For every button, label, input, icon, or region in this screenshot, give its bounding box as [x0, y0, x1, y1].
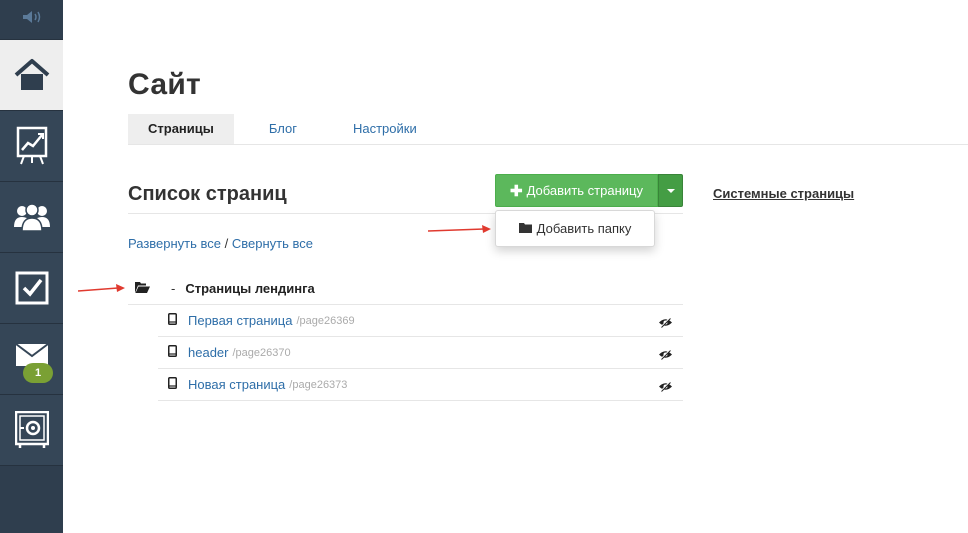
sidebar: 1	[0, 0, 63, 533]
sidebar-item-mail[interactable]: 1	[0, 324, 63, 395]
plus-icon: ✚	[510, 182, 523, 200]
page-slug: /page26369	[296, 314, 355, 327]
eye-slash-icon[interactable]	[658, 315, 673, 333]
home-icon	[14, 58, 50, 92]
add-folder-label: Добавить папку	[536, 221, 632, 236]
tab-bar: Страницы Блог Настройки	[128, 114, 968, 145]
separator: /	[221, 236, 232, 251]
sidebar-item-users[interactable]	[0, 182, 63, 253]
sidebar-item-tasks[interactable]	[0, 253, 63, 324]
eye-slash-icon[interactable]	[658, 379, 673, 397]
tab-pages[interactable]: Страницы	[128, 114, 234, 144]
page-name-link[interactable]: header	[188, 345, 228, 360]
expand-collapse-controls: Развернуть все / Свернуть все	[128, 236, 313, 251]
add-page-dropdown-toggle[interactable]	[658, 174, 683, 207]
collapse-all-link[interactable]: Свернуть все	[232, 236, 313, 251]
folder-icon	[518, 221, 537, 236]
tab-blog[interactable]: Блог	[249, 114, 317, 144]
chart-board-icon	[16, 126, 48, 166]
page-slug: /page26370	[232, 346, 291, 359]
add-folder-menu-item[interactable]: Добавить папку	[495, 210, 655, 247]
page-title: Сайт	[128, 68, 202, 101]
sidebar-sound-toggle[interactable]	[0, 0, 63, 40]
tab-settings[interactable]: Настройки	[333, 114, 437, 144]
sidebar-item-home[interactable]	[0, 40, 63, 111]
list-item[interactable]: header /page26370	[158, 337, 683, 369]
list-item[interactable]: Новая страница /page26373	[158, 369, 683, 401]
caret-down-icon	[666, 188, 675, 193]
folder-row[interactable]: - Страницы лендинга	[128, 273, 683, 305]
pages-list-title: Список страниц	[128, 183, 287, 205]
add-page-button[interactable]: ✚ Добавить страницу	[495, 174, 658, 207]
list-item[interactable]: Первая страница /page26369	[158, 305, 683, 337]
mobile-icon	[168, 344, 177, 362]
annotation-arrow-icon	[428, 225, 491, 233]
page-slug: /page26373	[289, 378, 348, 391]
mobile-icon	[168, 312, 177, 330]
expand-all-link[interactable]: Развернуть все	[128, 236, 221, 251]
eye-slash-icon[interactable]	[658, 347, 673, 365]
sidebar-item-analytics[interactable]	[0, 111, 63, 182]
annotation-arrow-icon	[78, 284, 125, 292]
safe-icon	[14, 411, 49, 449]
mobile-icon	[168, 376, 177, 394]
system-pages-link[interactable]: Системные страницы	[713, 186, 854, 201]
folder-collapse-toggle[interactable]: -	[171, 281, 175, 296]
sidebar-item-safe[interactable]	[0, 395, 63, 466]
folder-name: Страницы лендинга	[185, 281, 315, 296]
checkbox-icon	[15, 271, 49, 305]
users-icon	[13, 202, 51, 232]
volume-icon	[21, 10, 43, 29]
page-name-link[interactable]: Новая страница	[188, 377, 285, 392]
page-name-link[interactable]: Первая страница	[188, 313, 292, 328]
add-page-label: Добавить страницу	[526, 183, 643, 198]
folder-open-icon	[135, 280, 150, 298]
unread-count-badge: 1	[23, 363, 53, 383]
